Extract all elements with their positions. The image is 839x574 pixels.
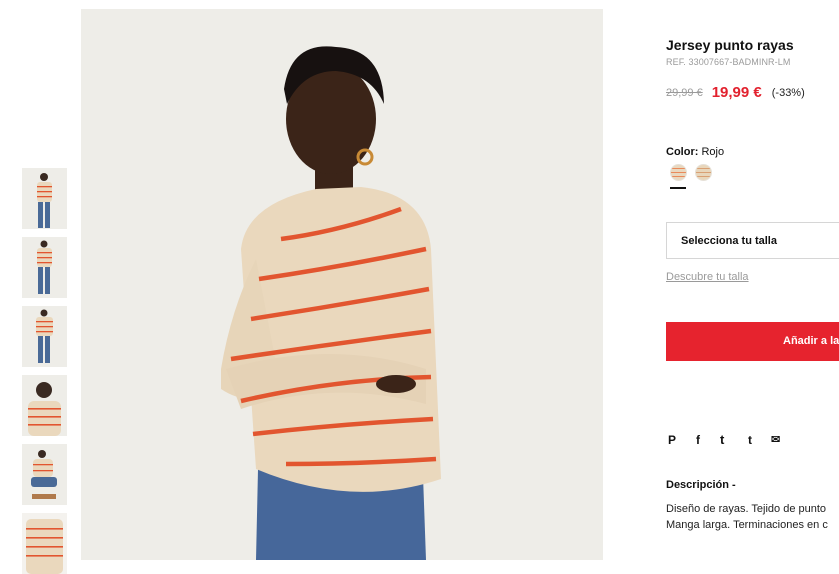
thumbnail-4[interactable] (22, 375, 67, 436)
description-line-2: Manga larga. Terminaciones en c (666, 518, 828, 531)
color-swatch-rojo[interactable] (670, 164, 687, 181)
price-block: 29,99 € 19,99 € (-33%) (666, 84, 805, 102)
tumblr-icon[interactable]: t (748, 432, 752, 448)
model-photo (81, 9, 603, 560)
discount-badge: (-33%) (771, 86, 805, 99)
product-title: Jersey punto rayas (666, 37, 794, 53)
size-guide-link[interactable]: Descubre tu talla (666, 271, 749, 283)
old-price: 29,99 € (666, 86, 703, 99)
thumbnail-6[interactable] (22, 513, 67, 574)
color-value: Rojo (701, 146, 725, 158)
description-text: Diseño de rayas. Tejido de punto Manga l… (666, 502, 828, 533)
color-swatch-alt[interactable] (695, 164, 712, 181)
color-label: Color: (666, 146, 699, 158)
add-to-cart-button[interactable]: Añadir a la (666, 322, 839, 361)
product-main-image[interactable] (81, 9, 603, 560)
thumbnail-5[interactable] (22, 444, 67, 505)
selected-swatch-indicator (670, 187, 686, 189)
product-info-panel: Jersey punto rayas REF. 33007667-BADMINR… (666, 0, 839, 560)
twitter-icon[interactable]: t (720, 432, 724, 448)
facebook-icon[interactable]: f (696, 432, 700, 448)
email-icon[interactable]: ✉ (771, 432, 780, 448)
product-reference: REF. 33007667-BADMINR-LM (666, 57, 791, 67)
color-label-row: Color: Rojo (666, 146, 724, 158)
pinterest-icon[interactable]: P (668, 432, 676, 448)
thumbnail-1[interactable] (22, 168, 67, 229)
thumbnail-2[interactable] (22, 237, 67, 298)
thumbnail-3[interactable] (22, 306, 67, 367)
size-select[interactable]: Selecciona tu talla (666, 222, 839, 259)
description-title: Descripción - (666, 479, 736, 491)
sale-price: 19,99 € (711, 84, 762, 102)
description-line-1: Diseño de rayas. Tejido de punto (666, 503, 827, 515)
